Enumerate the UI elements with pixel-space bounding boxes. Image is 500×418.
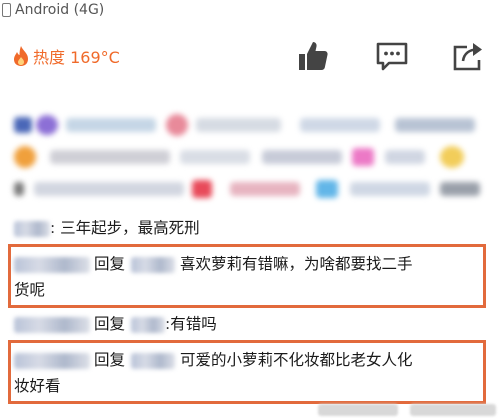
comment-button[interactable] [374,38,410,74]
share-button[interactable] [450,38,486,74]
comment-text: 可爱的小萝莉不化妆都比老女人化 [175,351,413,369]
phone-icon [2,3,11,17]
comment-2[interactable]: 回复 喜欢萝莉有错嘛，为啥都要找二手 [14,250,412,278]
comment-3[interactable]: 回复 :有错吗 [14,310,217,338]
chat-bubble-icon [376,42,408,71]
flame-icon [14,46,28,66]
commenter-name [14,316,90,333]
reply-target-name [131,352,176,369]
reply-label: 回复 [94,351,126,369]
comment-4-line-2: 妆好看 [14,372,61,400]
device-status: Android (4G) [0,0,104,20]
commenter-name [14,256,90,273]
share-icon [453,43,482,71]
reply-target-name [131,316,166,333]
reply-target-name [131,256,176,273]
thumbs-up-icon [299,42,328,70]
comment-text-cont: 妆好看 [14,377,61,395]
comment-text: :有错吗 [165,315,217,333]
heat-indicator: 热度 169°C [12,44,120,68]
liked-users-row-1 [0,112,500,138]
watermark-left [318,404,398,416]
reply-label: 回复 [94,255,126,273]
comment-text: 喜欢萝莉有错嘛，为啥都要找二手 [175,255,413,273]
like-mark-icon [14,117,32,133]
liked-users-row-2 [0,144,500,170]
commenter-name [14,220,50,237]
heat-label: 热度 169°C [33,48,120,67]
commenter-name [14,352,90,369]
comment-text: : 三年起步，最高死刑 [50,219,200,237]
watermark-right [410,404,496,416]
comment-1[interactable]: : 三年起步，最高死刑 [14,214,200,242]
like-button[interactable] [295,38,331,74]
comment-4[interactable]: 回复 可爱的小萝莉不化妆都比老女人化 [14,346,412,374]
comment-2-line-2: 货呢 [14,276,45,304]
device-label: Android (4G) [15,2,105,18]
comment-text-cont: 货呢 [14,281,46,299]
liked-users-row-3 [0,176,500,202]
reply-label: 回复 [94,315,126,333]
